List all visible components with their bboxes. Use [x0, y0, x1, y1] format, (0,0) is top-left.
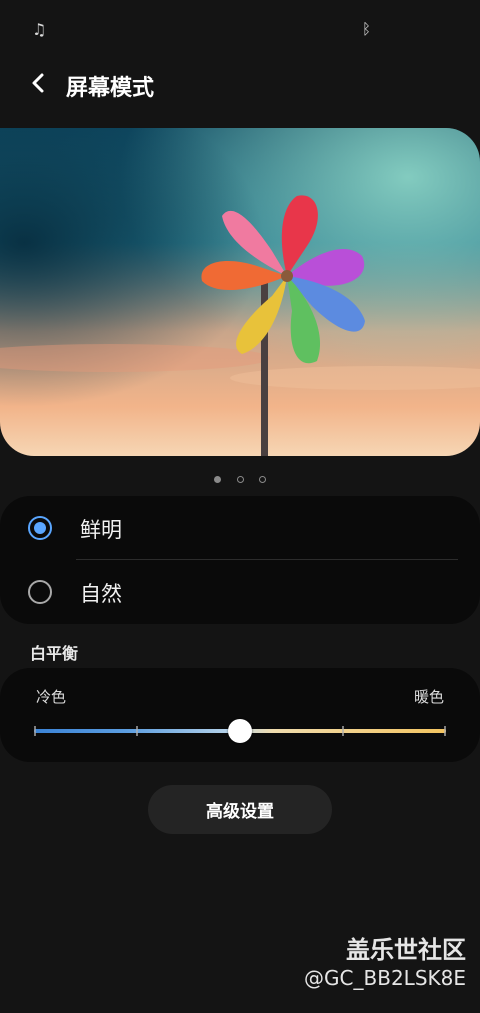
radio-selected[interactable]	[28, 516, 52, 540]
option-label: 鲜明	[80, 518, 122, 542]
option-natural[interactable]: 自然	[0, 560, 480, 624]
white-balance-card: 冷色 暖色	[0, 668, 480, 762]
advanced-settings-button[interactable]: 高级设置	[148, 785, 332, 834]
slider-tick	[136, 726, 138, 736]
slider-tick	[342, 726, 344, 736]
status-bar: ♫ ᛒ	[0, 18, 480, 42]
option-label: 自然	[80, 582, 122, 606]
watermark-title: 盖乐世社区	[346, 936, 466, 964]
page-dot-active[interactable]	[214, 476, 222, 483]
warm-label: 暖色	[413, 688, 444, 706]
bluetooth-icon: ᛒ	[362, 20, 372, 38]
page-title: 屏幕模式	[66, 76, 155, 101]
slider-tick	[34, 726, 36, 736]
watermark-handle: @GC_BB2LSK8E	[304, 966, 466, 990]
back-chevron-icon[interactable]	[26, 70, 52, 96]
white-balance-title: 白平衡	[30, 644, 79, 663]
slider-thumb[interactable]	[228, 719, 252, 743]
page-dot[interactable]	[258, 476, 266, 483]
cold-label: 冷色	[36, 688, 67, 706]
radio-unselected[interactable]	[28, 580, 52, 604]
music-note-icon: ♫	[32, 20, 47, 39]
screen-mode-card: 鲜明 自然	[0, 496, 480, 624]
option-vivid[interactable]: 鲜明	[0, 496, 480, 560]
page-indicator	[0, 468, 480, 483]
page-dot[interactable]	[236, 476, 244, 483]
slider-tick	[444, 726, 446, 736]
preview-image[interactable]	[0, 128, 480, 456]
app-header: 屏幕模式	[0, 64, 480, 104]
